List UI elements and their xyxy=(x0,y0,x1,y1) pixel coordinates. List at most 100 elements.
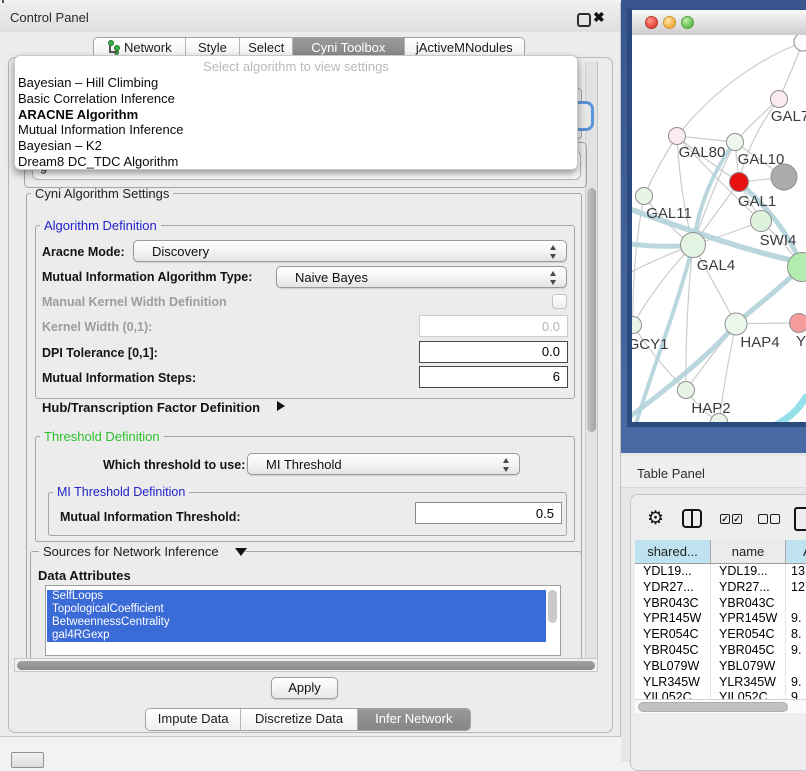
close-traffic-light-icon[interactable] xyxy=(645,16,658,29)
table-header-row[interactable]: shared...nameA xyxy=(635,540,806,564)
network-node[interactable] xyxy=(681,233,706,258)
popup-item[interactable]: ARACNE Algorithm xyxy=(18,107,574,123)
network-node[interactable] xyxy=(727,134,744,151)
network-node-label: GAL4 xyxy=(697,257,735,274)
table-row[interactable]: YDL19...YDL19...13 xyxy=(635,564,806,580)
sources-title: Sources for Network Inference xyxy=(39,544,245,559)
attribute-item[interactable]: SelfLoops xyxy=(47,590,546,603)
table-row[interactable]: YLR345WYLR345W9. xyxy=(635,675,806,691)
popup-item[interactable]: Basic Correlation Inference xyxy=(18,91,574,107)
table-column-header[interactable]: A xyxy=(786,540,806,563)
data-attributes-list[interactable]: SelfLoopsTopologicalCoefficientBetweenne… xyxy=(45,585,561,656)
manual-kernel-width-checkbox[interactable] xyxy=(552,294,567,309)
network-node-label: HAP4 xyxy=(740,334,779,351)
attribute-items: SelfLoopsTopologicalCoefficientBetweenne… xyxy=(47,590,546,642)
node-table[interactable]: shared...nameA YDL19...YDL19...13YDR27..… xyxy=(635,540,806,699)
network-node[interactable] xyxy=(751,211,772,232)
list-scrollbar-thumb[interactable] xyxy=(548,590,557,623)
attribute-item[interactable]: gal4RGexp xyxy=(47,629,546,642)
popup-item[interactable]: Bayesian – K2 xyxy=(18,138,574,154)
which-threshold-combobox[interactable]: MI Threshold xyxy=(247,453,520,475)
aracne-mode-combobox[interactable]: Discovery xyxy=(133,240,567,262)
popup-items: Bayesian – Hill ClimbingBasic Correlatio… xyxy=(18,75,574,170)
network-node[interactable] xyxy=(632,317,642,334)
gear-icon[interactable]: ⚙ xyxy=(647,509,664,528)
tab-impute-data[interactable]: Impute Data xyxy=(146,709,241,730)
table-cell xyxy=(786,659,806,675)
tab-infer-network[interactable]: Infer Network xyxy=(358,709,470,730)
table-row[interactable]: YER054CYER054C8. xyxy=(635,627,806,643)
checked-box-icon[interactable]: ✓ xyxy=(720,514,730,524)
table-panel-titlebar: Table Panel xyxy=(621,456,806,488)
expand-arrow-icon[interactable] xyxy=(277,401,285,411)
settings-horizontal-scrollbar-thumb[interactable] xyxy=(17,661,595,670)
apply-button[interactable]: Apply xyxy=(271,677,338,699)
table-cell: YPR145W xyxy=(711,611,786,627)
network-node[interactable] xyxy=(771,91,788,108)
network-node[interactable] xyxy=(669,128,686,145)
settings-horizontal-scrollbar[interactable] xyxy=(14,658,598,672)
table-horizontal-scrollbar-thumb[interactable] xyxy=(638,702,788,712)
network-node[interactable] xyxy=(790,314,806,333)
table-horizontal-scrollbar[interactable] xyxy=(635,699,806,713)
table-column-header[interactable]: name xyxy=(711,540,786,563)
split-columns-icon[interactable] xyxy=(682,509,702,528)
bottom-left-chip[interactable] xyxy=(11,752,44,768)
mi-algorithm-type-combobox[interactable]: Naive Bayes xyxy=(276,266,567,288)
popup-item[interactable]: Bayesian – Hill Climbing xyxy=(18,75,574,91)
popup-item[interactable]: Dream8 DC_TDC Algorithm xyxy=(18,154,574,170)
network-node[interactable] xyxy=(794,35,806,51)
table-cell: 9. xyxy=(786,643,806,659)
popup-item[interactable]: Mutual Information Inference xyxy=(18,122,574,138)
table-cell: YDL19... xyxy=(635,564,711,580)
network-window-titlebar[interactable] xyxy=(632,10,806,36)
tab-label: Network xyxy=(124,40,172,55)
network-edge[interactable] xyxy=(644,136,677,196)
threshold-definition-title: Threshold Definition xyxy=(40,429,164,444)
aracne-mode-label: Aracne Mode: xyxy=(42,245,125,259)
network-node[interactable] xyxy=(725,313,747,335)
algorithm-definition-title: Algorithm Definition xyxy=(40,218,161,233)
tab-discretize-data[interactable]: Discretize Data xyxy=(241,709,357,730)
control-panel-titlebar[interactable]: Control Panel ✖ xyxy=(0,3,620,32)
zoom-traffic-light-icon[interactable] xyxy=(681,16,694,29)
collapse-arrow-icon[interactable] xyxy=(235,548,247,556)
tab-label: Infer Network xyxy=(375,711,452,726)
table-row[interactable]: YPR145WYPR145W9. xyxy=(635,611,806,627)
network-node[interactable] xyxy=(730,173,749,192)
table-cell: 9. xyxy=(786,611,806,627)
attribute-item[interactable]: BetweennessCentrality xyxy=(47,616,546,629)
table-cell: YLR345W xyxy=(711,675,786,691)
unchecked-box-icon[interactable] xyxy=(770,514,780,524)
document-icon[interactable] xyxy=(794,507,806,531)
table-cell: 8. xyxy=(786,627,806,643)
tab-label: Impute Data xyxy=(158,711,229,726)
settings-vertical-scrollbar-thumb[interactable] xyxy=(587,188,596,432)
table-body[interactable]: YDL19...YDL19...13YDR27...YDR27...12YBR0… xyxy=(635,564,806,699)
network-node[interactable] xyxy=(636,188,653,205)
table-row[interactable]: YBL079WYBL079W xyxy=(635,659,806,675)
float-window-icon[interactable] xyxy=(577,13,591,27)
table-row[interactable]: YDR27...YDR27...12 xyxy=(635,580,806,596)
dpi-tolerance-label: DPI Tolerance [0,1]: xyxy=(42,346,158,360)
mi-algorithm-type-label: Mutual Information Algorithm Type: xyxy=(42,270,252,284)
network-edge[interactable] xyxy=(768,397,806,422)
table-row[interactable]: YBR043CYBR043C xyxy=(635,596,806,612)
minimize-traffic-light-icon[interactable] xyxy=(663,16,676,29)
network-canvas[interactable]: GAL7GAL80GAL10GAL1GAL11SWI4GAL4GCY1HAP4Y… xyxy=(632,35,806,422)
kernel-width-field[interactable]: 0.0 xyxy=(419,315,568,337)
checked-box-icon[interactable]: ✓ xyxy=(732,514,742,524)
dpi-tolerance-field[interactable]: 0.0 xyxy=(419,341,568,363)
table-cell: YLR345W xyxy=(635,675,711,691)
unchecked-box-icon[interactable] xyxy=(758,514,768,524)
table-row[interactable]: YBR045CYBR045C9. xyxy=(635,643,806,659)
table-cell: 9. xyxy=(786,675,806,691)
mi-threshold-field[interactable]: 0.5 xyxy=(415,502,562,524)
attribute-item[interactable]: TopologicalCoefficient xyxy=(47,603,546,616)
table-row[interactable]: YIL052CYIL052C9 xyxy=(635,690,806,699)
table-column-header[interactable]: shared... xyxy=(635,540,711,563)
network-node[interactable] xyxy=(678,382,695,399)
network-graph: GAL7GAL80GAL10GAL1GAL11SWI4GAL4GCY1HAP4Y… xyxy=(632,35,806,422)
mi-steps-field[interactable]: 6 xyxy=(419,366,568,388)
close-window-icon[interactable]: ✖ xyxy=(593,9,605,26)
